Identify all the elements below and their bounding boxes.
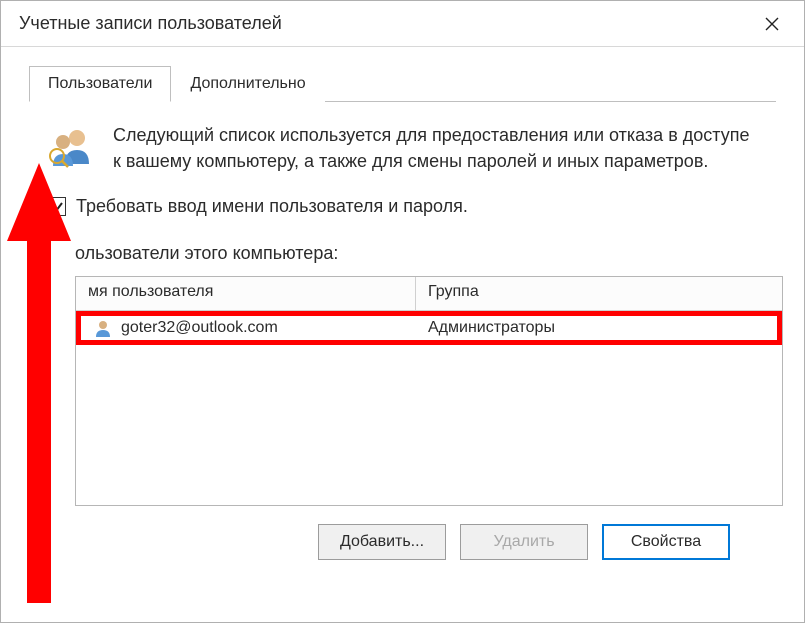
require-password-row: Требовать ввод имени пользователя и паро… [47, 196, 762, 217]
user-accounts-window: Учетные записи пользователей Пользовател… [0, 0, 805, 623]
table-body: goter32@outlook.com Администраторы [76, 311, 782, 505]
add-button[interactable]: Добавить... [318, 524, 446, 560]
column-header-group[interactable]: Группа [416, 277, 782, 311]
users-list-label: ользователи этого компьютера: [75, 243, 762, 264]
tab-panel-users: Следующий список используется для предос… [29, 102, 776, 560]
checkmark-icon [50, 200, 64, 214]
close-button[interactable] [754, 9, 790, 39]
tab-users[interactable]: Пользователи [29, 66, 171, 102]
button-row: Добавить... Удалить Свойства [43, 524, 730, 560]
table-row[interactable]: goter32@outlook.com Администраторы [76, 311, 782, 345]
user-row-icon [93, 318, 113, 338]
users-icon [43, 120, 99, 176]
info-text: Следующий список используется для предос… [113, 120, 762, 174]
require-password-label: Требовать ввод имени пользователя и паро… [76, 196, 468, 217]
cell-user: goter32@outlook.com [81, 314, 416, 342]
tab-advanced[interactable]: Дополнительно [171, 66, 324, 102]
table-header: мя пользователя Группа [76, 277, 782, 311]
require-password-checkbox[interactable] [47, 197, 66, 216]
window-content: Пользователи Дополнительно Следующий спи… [1, 47, 804, 560]
cell-group: Администраторы [416, 315, 777, 341]
tab-strip: Пользователи Дополнительно [29, 65, 776, 102]
titlebar: Учетные записи пользователей [1, 1, 804, 47]
cell-group-text: Администраторы [428, 319, 555, 337]
properties-button[interactable]: Свойства [602, 524, 730, 560]
window-title: Учетные записи пользователей [19, 13, 282, 34]
column-header-user[interactable]: мя пользователя [76, 277, 416, 311]
info-row: Следующий список используется для предос… [43, 120, 762, 176]
cell-user-text: goter32@outlook.com [121, 319, 278, 337]
close-icon [765, 17, 779, 31]
users-table: мя пользователя Группа goter32@outlook.c… [75, 276, 783, 506]
remove-button: Удалить [460, 524, 588, 560]
